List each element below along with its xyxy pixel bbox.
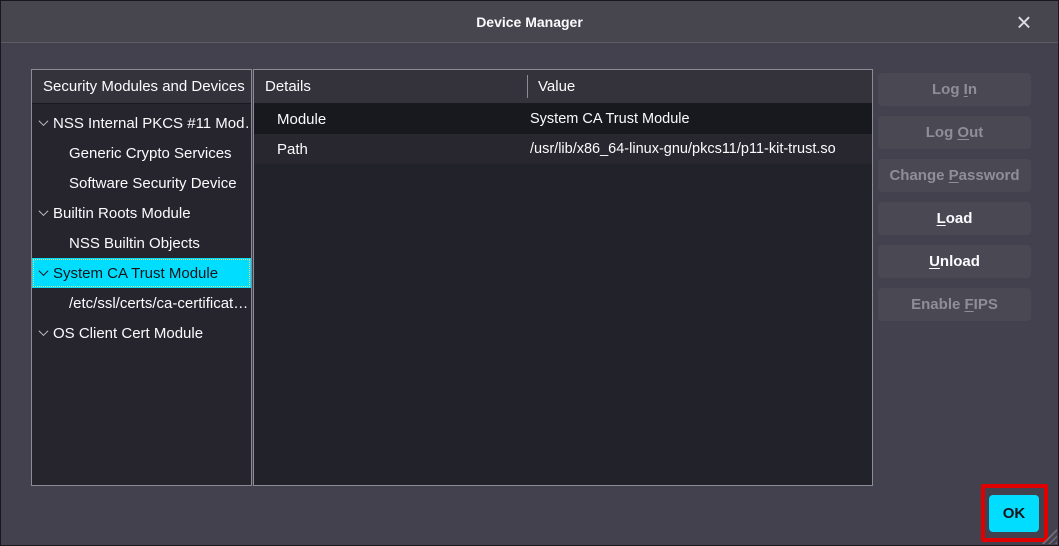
- tree-item-label: /etc/ssl/certs/ca-certificat…: [69, 295, 248, 312]
- tree-item-label: System CA Trust Module: [53, 265, 218, 282]
- value-column-label: Value: [538, 70, 575, 103]
- chevron-down-icon[interactable]: [39, 116, 49, 126]
- button-access-key: F: [965, 296, 974, 313]
- tree-item-generic-crypto-services[interactable]: Generic Crypto Services: [32, 138, 251, 168]
- tree-item-system-ca-trust-module[interactable]: System CA Trust Module: [32, 258, 251, 288]
- device-manager-dialog: Device Manager × Security Modules and De…: [0, 0, 1059, 546]
- tree-item-label: Software Security Device: [69, 175, 237, 192]
- close-icon: ×: [1016, 9, 1031, 35]
- unload-button[interactable]: Unload: [878, 245, 1031, 278]
- tree-column-header: Security Modules and Devices: [32, 70, 251, 104]
- tree-item-label: Builtin Roots Module: [53, 205, 191, 222]
- details-row-path[interactable]: Path /usr/lib/x86_64-linux-gnu/pkcs11/p1…: [254, 134, 872, 164]
- action-button-column: Log In Log Out Change Password Load Unlo…: [878, 73, 1031, 331]
- log-out-button[interactable]: Log Out: [878, 116, 1031, 149]
- detail-value: /usr/lib/x86_64-linux-gnu/pkcs11/p11-kit…: [530, 141, 870, 157]
- tree-item-software-security-device[interactable]: Software Security Device: [32, 168, 251, 198]
- button-label-post: assword: [959, 167, 1020, 184]
- resize-grip[interactable]: [1041, 528, 1057, 544]
- enable-fips-button[interactable]: Enable FIPS: [878, 288, 1031, 321]
- button-label-pre: Enable: [911, 296, 964, 313]
- button-label-post: oad: [946, 210, 973, 227]
- tree-item-builtin-roots-module[interactable]: Builtin Roots Module: [32, 198, 251, 228]
- button-access-key: U: [929, 253, 940, 270]
- tree-item-nss-internal-pkcs11-module[interactable]: NSS Internal PKCS #11 Mod…: [32, 108, 251, 138]
- button-access-key: O: [957, 124, 969, 141]
- tree-item-nss-builtin-objects[interactable]: NSS Builtin Objects: [32, 228, 251, 258]
- chevron-down-icon[interactable]: [39, 326, 49, 336]
- details-column-header: Details Value: [254, 70, 872, 104]
- chevron-down-icon[interactable]: [39, 206, 49, 216]
- tree-item-label: Generic Crypto Services: [69, 145, 232, 162]
- tree-body: NSS Internal PKCS #11 Mod… Generic Crypt…: [32, 104, 251, 348]
- security-modules-panel: Security Modules and Devices NSS Interna…: [31, 69, 252, 486]
- chevron-down-icon[interactable]: [39, 266, 49, 276]
- details-row-module[interactable]: Module System CA Trust Module: [254, 104, 872, 134]
- tree-item-label: NSS Internal PKCS #11 Mod…: [53, 115, 251, 132]
- load-button[interactable]: Load: [878, 202, 1031, 235]
- log-in-button[interactable]: Log In: [878, 73, 1031, 106]
- tree-item-label: NSS Builtin Objects: [69, 235, 200, 252]
- button-access-key: P: [949, 167, 959, 184]
- button-label-post: ut: [969, 124, 983, 141]
- tree-item-label: OS Client Cert Module: [53, 325, 203, 342]
- button-label-post: nload: [940, 253, 980, 270]
- button-label-post: n: [968, 81, 977, 98]
- detail-value: System CA Trust Module: [530, 111, 870, 127]
- button-label-pre: Log: [926, 124, 958, 141]
- button-label-pre: Log: [932, 81, 964, 98]
- ok-button[interactable]: OK: [989, 495, 1039, 532]
- button-access-key: L: [937, 210, 946, 227]
- button-label-pre: Change: [889, 167, 948, 184]
- column-divider[interactable]: [527, 75, 528, 98]
- detail-name: Path: [277, 141, 308, 158]
- dialog-title: Device Manager: [1, 1, 1058, 43]
- tree-item-etc-ssl-certs[interactable]: /etc/ssl/certs/ca-certificat…: [32, 288, 251, 318]
- details-column-label: Details: [265, 78, 311, 95]
- tree-item-os-client-cert-module[interactable]: OS Client Cert Module: [32, 318, 251, 348]
- details-panel: Details Value Module System CA Trust Mod…: [253, 69, 873, 486]
- button-label-post: IPS: [974, 296, 998, 313]
- change-password-button[interactable]: Change Password: [878, 159, 1031, 192]
- close-button[interactable]: ×: [1004, 1, 1044, 43]
- titlebar[interactable]: Device Manager ×: [1, 1, 1058, 43]
- detail-name: Module: [277, 111, 326, 128]
